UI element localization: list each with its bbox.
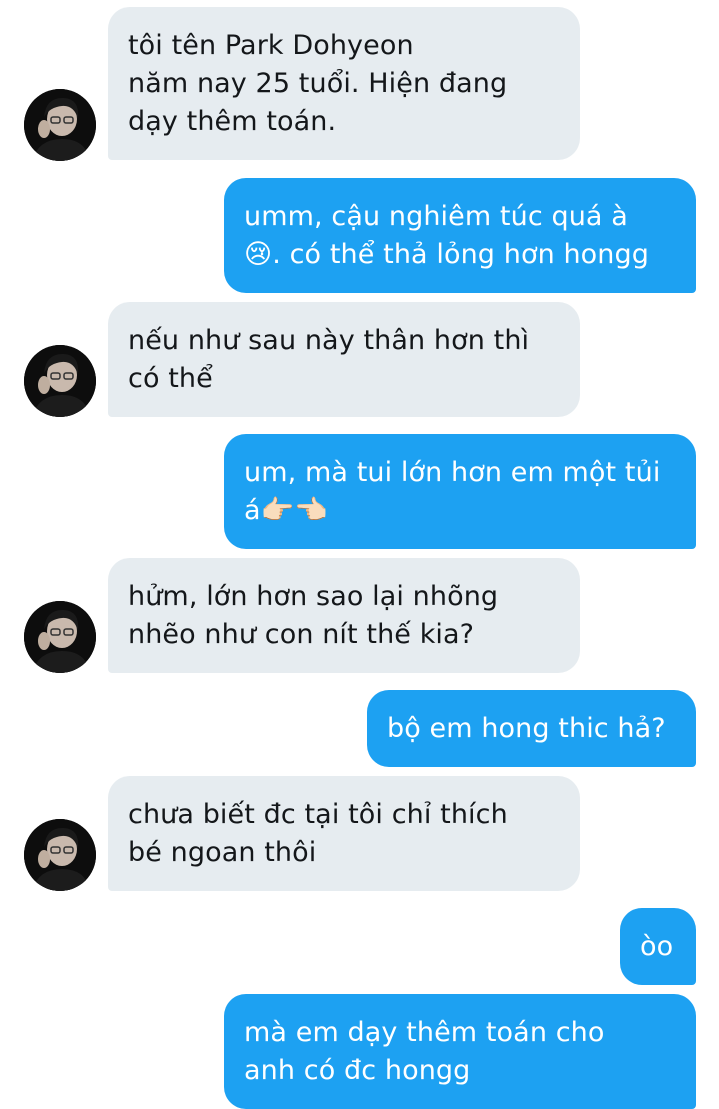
message-bubble-outgoing[interactable]: bộ em hong thic hả? — [367, 690, 696, 767]
message-bubble-outgoing[interactable]: òo — [620, 908, 696, 985]
profile-photo-icon — [24, 89, 96, 161]
message-bubble-incoming[interactable]: tôi tên Park Dohyeon năm nay 25 tuổi. Hi… — [108, 7, 580, 160]
message-bubble-incoming[interactable]: nếu như sau này thân hơn thì có thể — [108, 302, 580, 417]
message-bubble-outgoing[interactable]: mà em dạy thêm toán cho anh có đc hongg — [224, 994, 696, 1109]
profile-photo-icon — [24, 819, 96, 891]
avatar[interactable] — [24, 819, 96, 891]
message-bubble-outgoing[interactable]: umm, cậu nghiêm túc quá à 😢. có thể thả … — [224, 178, 696, 293]
message-bubble-incoming[interactable]: hửm, lớn hơn sao lại nhõng nhẽo như con … — [108, 558, 580, 673]
message-bubble-incoming[interactable]: chưa biết đc tại tôi chỉ thích bé ngoan … — [108, 776, 580, 891]
avatar[interactable] — [24, 601, 96, 673]
avatar[interactable] — [24, 345, 96, 417]
profile-photo-icon — [24, 601, 96, 673]
dm-conversation: tôi tên Park Dohyeon năm nay 25 tuổi. Hi… — [0, 0, 719, 1109]
profile-photo-icon — [24, 345, 96, 417]
message-bubble-outgoing[interactable]: um, mà tui lớn hơn em một tủi á👉🏻👈🏻 — [224, 434, 696, 549]
avatar[interactable] — [24, 89, 96, 161]
